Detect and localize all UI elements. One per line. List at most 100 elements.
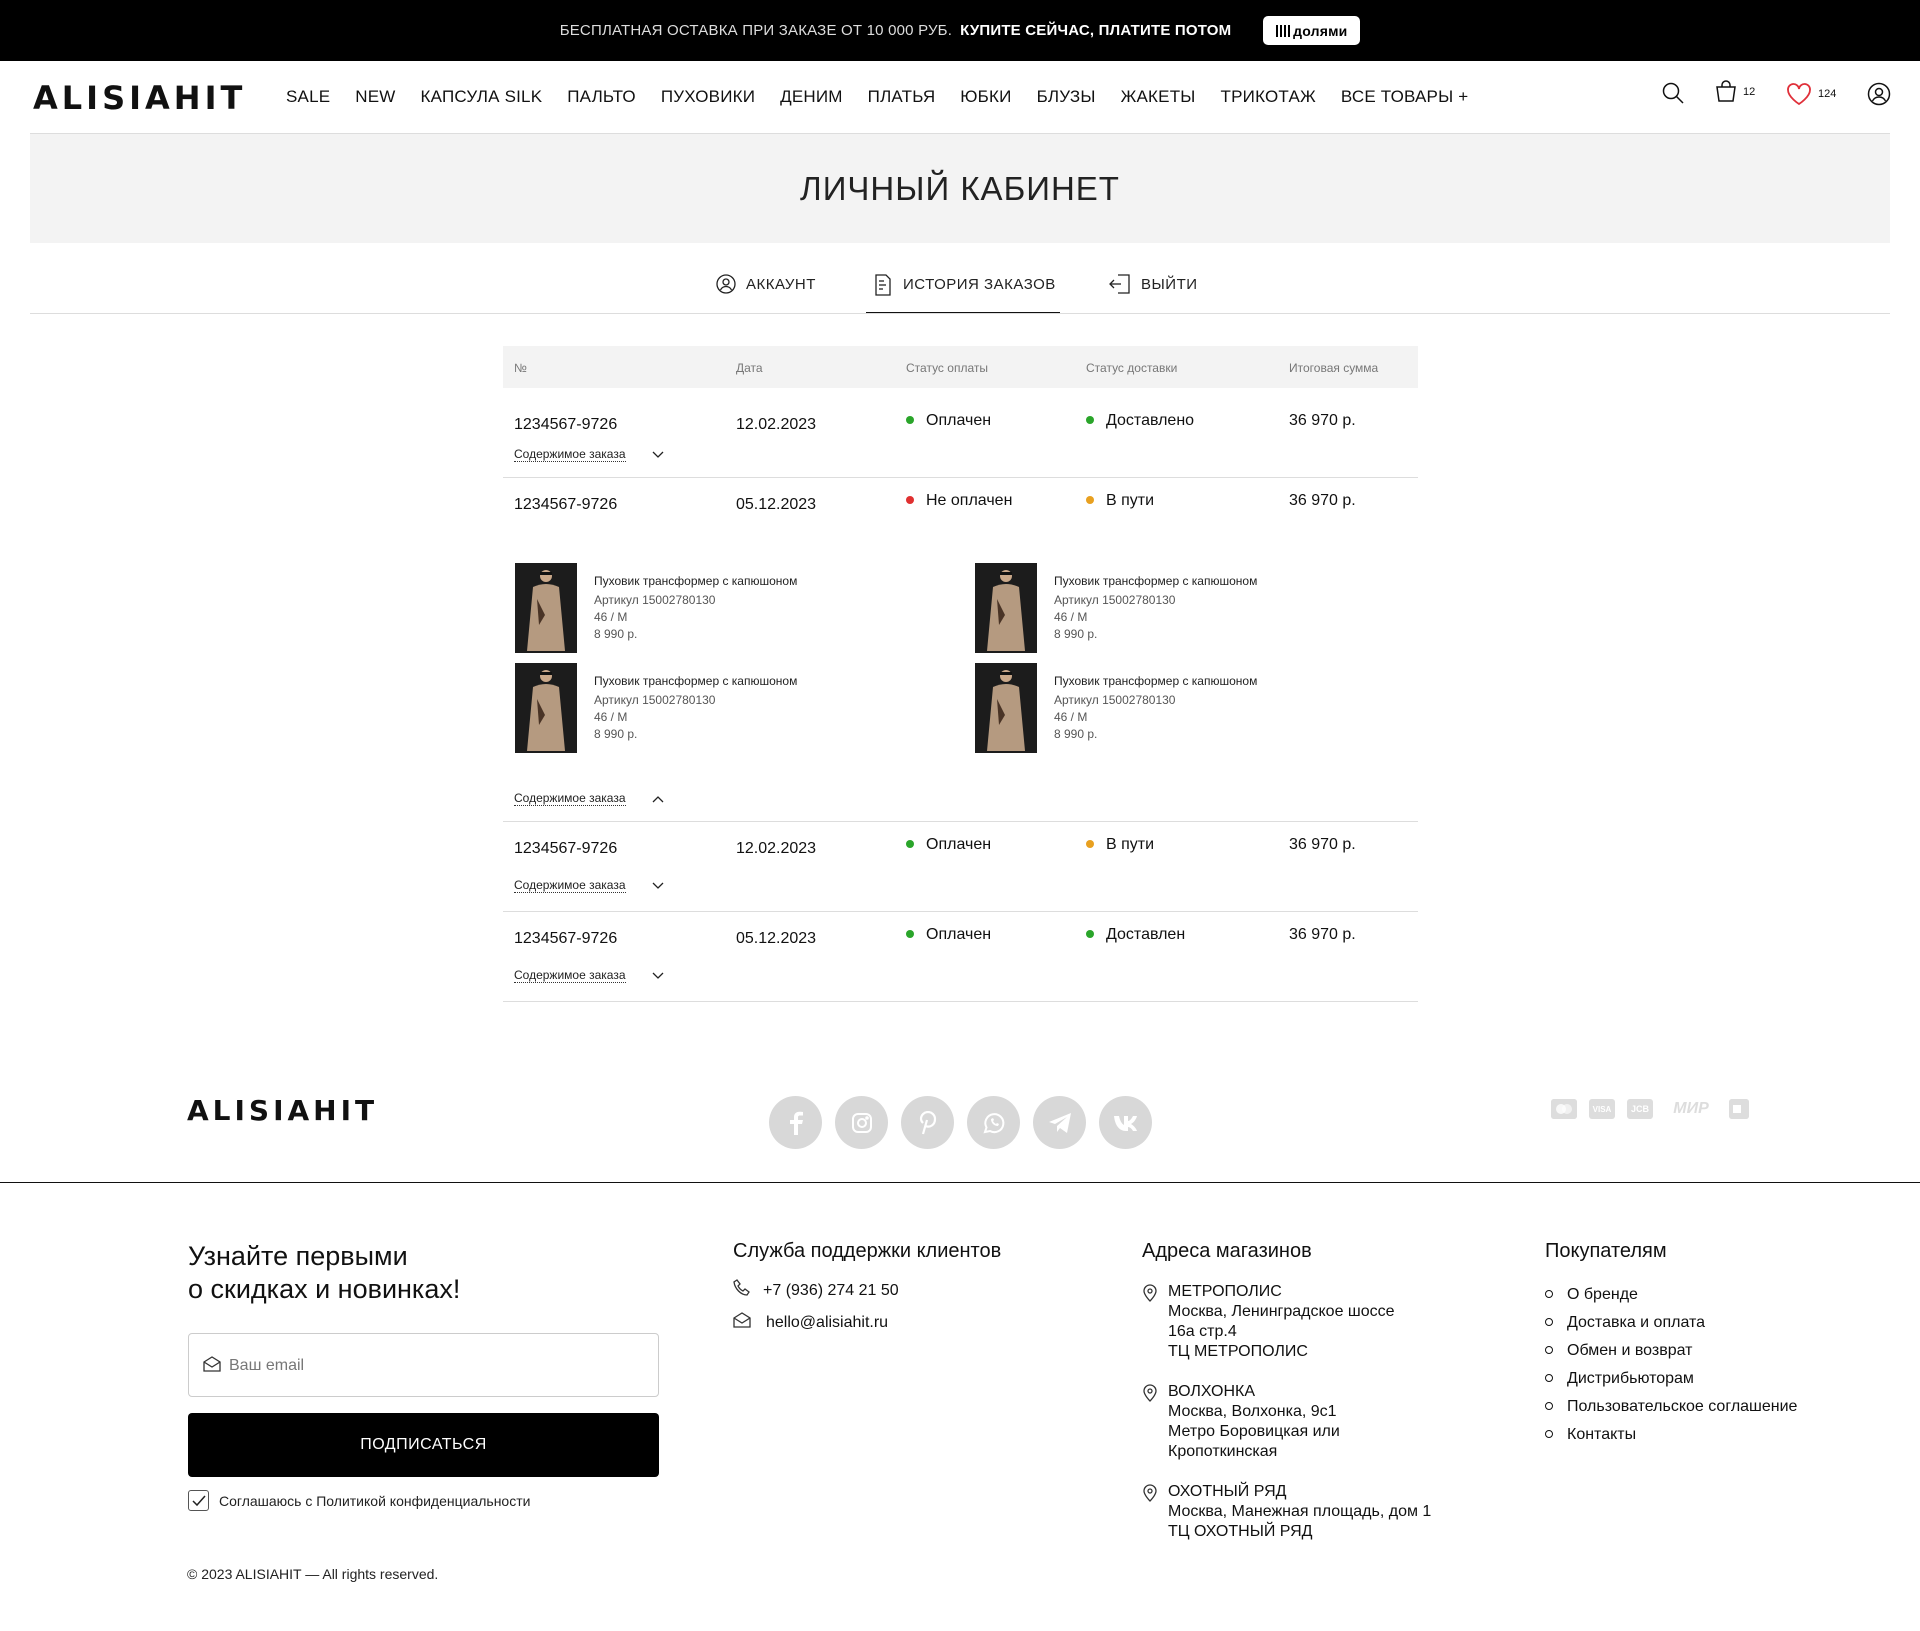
payment-status-text: Оплачен <box>926 836 992 853</box>
nav-jackets[interactable]: ЖАКЕТЫ <box>1121 87 1196 107</box>
order-item[interactable]: Пуховик трансформер с капюшоном Артикул … <box>515 563 915 653</box>
order-item[interactable]: Пуховик трансформер с капюшоном Артикул … <box>975 563 1375 653</box>
nav-all[interactable]: ВСЕ ТОВАРЫ + <box>1341 87 1469 107</box>
status-dot <box>1086 929 1094 938</box>
link-delivery[interactable]: Доставка и оплата <box>1545 1313 1797 1341</box>
promo-cta[interactable]: КУПИТЕ СЕЙЧАС, ПЛАТИТЕ ПОТОМ <box>960 22 1231 39</box>
status-dot <box>1086 839 1094 848</box>
item-name: Пуховик трансформер с капюшоном <box>594 674 798 688</box>
delivery-status-text: Доставлен <box>1106 926 1186 943</box>
item-price: 8 990 р. <box>594 727 638 741</box>
search-icon[interactable] <box>1661 81 1685 105</box>
nav-blouses[interactable]: БЛУЗЫ <box>1037 87 1096 107</box>
table-row: 1234567-9726 05.12.2023 Оплачен Доставле… <box>503 912 1418 1002</box>
product-thumbnail <box>975 663 1037 753</box>
item-size: 46 / M <box>1054 610 1088 624</box>
store-line: 16а стр.4 <box>1168 1323 1237 1340</box>
link-about[interactable]: О бренде <box>1545 1285 1797 1313</box>
payment-status-text: Оплачен <box>926 926 992 943</box>
chevron-up-icon[interactable] <box>652 795 664 803</box>
subscribe-button[interactable]: ПОДПИСАТЬСЯ <box>188 1413 659 1477</box>
copyright: © 2023 ALISIAHIT — All rights reserved. <box>187 1566 439 1582</box>
jcb-icon: JCB <box>1627 1099 1653 1119</box>
heart-icon[interactable] <box>1786 82 1812 106</box>
email-input[interactable] <box>229 1352 629 1380</box>
order-item[interactable]: Пуховик трансформер с капюшоном Артикул … <box>515 663 915 753</box>
tab-order-history[interactable]: ИСТОРИЯ ЗАКАЗОВ <box>866 268 1060 314</box>
tab-account[interactable]: АККАУНТ <box>716 268 816 314</box>
store-line: Метро Боровицкая или <box>1168 1423 1340 1440</box>
support-email[interactable]: hello@alisiahit.ru <box>733 1312 888 1333</box>
link-returns[interactable]: Обмен и возврат <box>1545 1341 1797 1369</box>
order-contents-toggle[interactable]: Содержимое заказа <box>514 878 626 893</box>
social-links <box>769 1096 1165 1149</box>
delivery-status: В пути <box>1086 836 1154 854</box>
tab-logout[interactable]: ВЫЙТИ <box>1109 268 1198 314</box>
link-distributors[interactable]: Дистрибьюторам <box>1545 1369 1797 1397</box>
store-line: Москва, Ленинградское шоссе <box>1168 1303 1395 1320</box>
chevron-down-icon[interactable] <box>652 972 664 980</box>
page-title: ЛИЧНЫЙ КАБИНЕТ <box>800 169 1120 207</box>
store-line: Москва, Волхонка, 9с1 <box>1168 1403 1337 1420</box>
cart-icon[interactable] <box>1714 79 1738 103</box>
nav-silk[interactable]: КАПСУЛА SILK <box>421 87 543 107</box>
item-size: 46 / M <box>1054 710 1088 724</box>
delivery-status-text: Доставлено <box>1106 412 1195 429</box>
subscribe-title-line2: о скидках и новинках! <box>188 1274 461 1304</box>
order-contents-toggle[interactable]: Содержимое заказа <box>514 968 626 983</box>
nav-coats[interactable]: ПАЛЬТО <box>567 87 636 107</box>
tab-order-history-label: ИСТОРИЯ ЗАКАЗОВ <box>903 276 1056 293</box>
nav-dresses[interactable]: ПЛАТЬЯ <box>868 87 936 107</box>
buyers-title: Покупателям <box>1545 1240 1667 1262</box>
order-number: 1234567-9726 <box>514 496 618 513</box>
chevron-down-icon[interactable] <box>652 451 664 459</box>
delivery-status-text: В пути <box>1106 492 1155 509</box>
pinterest-icon[interactable] <box>901 1096 954 1149</box>
link-contacts[interactable]: Контакты <box>1545 1425 1797 1453</box>
envelope-icon <box>203 1356 221 1377</box>
instagram-icon[interactable] <box>835 1096 888 1149</box>
cart-count: 12 <box>1743 86 1756 98</box>
nav-sale[interactable]: SALE <box>286 87 330 107</box>
nav-knitwear[interactable]: ТРИКОТАЖ <box>1221 87 1316 107</box>
check-icon <box>191 1495 206 1506</box>
whatsapp-icon[interactable] <box>967 1096 1020 1149</box>
favorites-count: 124 <box>1818 88 1837 100</box>
nav-puffers[interactable]: ПУХОВИКИ <box>661 87 755 107</box>
order-contents-toggle[interactable]: Содержимое заказа <box>514 791 626 806</box>
tabs-divider <box>30 313 1890 314</box>
item-size: 46 / M <box>594 610 628 624</box>
privacy-agreement-label[interactable]: Соглашаюсь с Политикой конфиденциальност… <box>219 1493 530 1509</box>
map-pin-icon <box>1142 1484 1158 1507</box>
nav-skirts[interactable]: ЮБКИ <box>960 87 1011 107</box>
privacy-checkbox[interactable] <box>188 1490 209 1511</box>
facebook-icon[interactable] <box>769 1096 822 1149</box>
item-sku: Артикул 15002780130 <box>594 693 716 707</box>
chevron-down-icon[interactable] <box>652 882 664 890</box>
payment-status: Не оплачен <box>906 492 1012 510</box>
order-contents-toggle[interactable]: Содержимое заказа <box>514 447 626 462</box>
dolyami-badge[interactable]: долями <box>1263 16 1361 45</box>
link-agreement[interactable]: Пользовательское соглашение <box>1545 1397 1797 1425</box>
item-name: Пуховик трансформер с капюшоном <box>1054 574 1258 588</box>
store-line: ТЦ МЕТРОПОЛИС <box>1168 1343 1308 1360</box>
support-phone[interactable]: +7 (936) 274 21 50 <box>733 1279 899 1302</box>
tab-logout-label: ВЫЙТИ <box>1141 276 1198 293</box>
store-line: ТЦ ОХОТНЫЙ РЯД <box>1168 1523 1313 1540</box>
page-title-band: ЛИЧНЫЙ КАБИНЕТ <box>30 134 1890 243</box>
user-icon[interactable] <box>1867 82 1891 106</box>
telegram-icon[interactable] <box>1033 1096 1086 1149</box>
nav-denim[interactable]: ДЕНИМ <box>780 87 843 107</box>
stores-title: Адреса магазинов <box>1142 1240 1312 1262</box>
status-dot <box>906 415 914 424</box>
col-payment: Статус оплаты <box>906 361 988 375</box>
col-total: Итоговая сумма <box>1289 361 1379 375</box>
vk-icon[interactable] <box>1099 1096 1152 1149</box>
brand-logo[interactable]: ALISIAHIT <box>33 79 246 117</box>
nav-new[interactable]: NEW <box>355 87 395 107</box>
table-header: № Дата Статус оплаты Статус доставки Ито… <box>503 346 1418 388</box>
order-item[interactable]: Пуховик трансформер с капюшоном Артикул … <box>975 663 1375 753</box>
item-price: 8 990 р. <box>1054 627 1098 641</box>
footer-logo[interactable]: ALISIAHIT <box>187 1094 378 1127</box>
payment-status: Оплачен <box>906 412 991 430</box>
